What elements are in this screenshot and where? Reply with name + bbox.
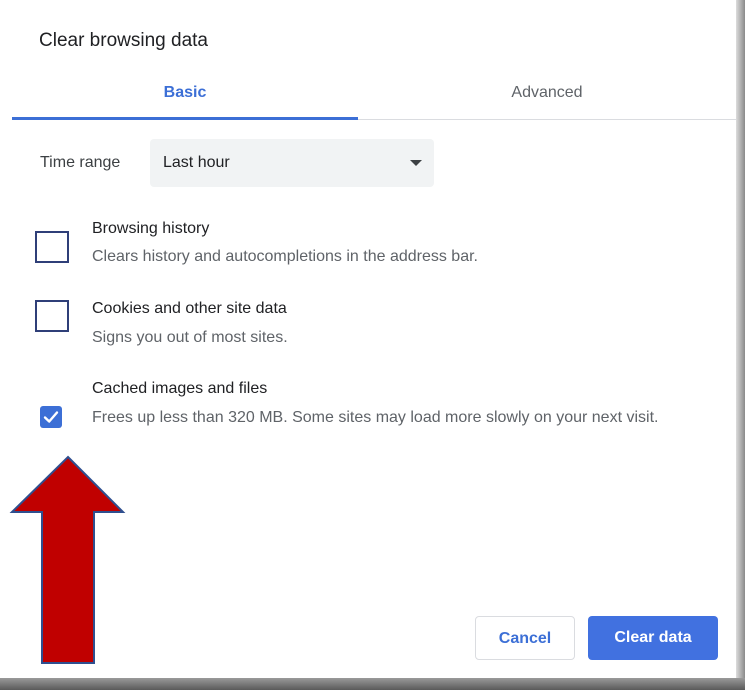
cached-images-description: Frees up less than 320 MB. Some sites ma… [92, 409, 659, 426]
cancel-button[interactable]: Cancel [475, 616, 575, 660]
tab-advanced[interactable]: Advanced [358, 84, 736, 120]
checkmark-icon [43, 411, 59, 423]
browsing-history-description: Clears history and autocompletions in th… [92, 248, 478, 265]
dialog-title: Clear browsing data [39, 30, 208, 51]
cookies-checkbox[interactable] [35, 300, 69, 332]
dropdown-arrow-icon [410, 160, 422, 166]
cookies-title: Cookies and other site data [92, 300, 287, 317]
cached-images-checkbox[interactable] [40, 406, 62, 428]
window-frame-bottom [0, 678, 745, 690]
time-range-value: Last hour [163, 154, 230, 171]
red-annotation-arrow-icon [9, 455, 126, 664]
browsing-history-checkbox[interactable] [35, 231, 69, 263]
browsing-history-title: Browsing history [92, 220, 210, 237]
time-range-label: Time range [40, 154, 121, 171]
clear-data-button[interactable]: Clear data [588, 616, 718, 660]
active-tab-indicator [12, 117, 358, 120]
time-range-select[interactable]: Last hour [150, 139, 434, 187]
tab-basic[interactable]: Basic [12, 84, 358, 120]
cookies-description: Signs you out of most sites. [92, 329, 288, 346]
cached-images-title: Cached images and files [92, 380, 268, 397]
window-frame-right [736, 0, 745, 690]
